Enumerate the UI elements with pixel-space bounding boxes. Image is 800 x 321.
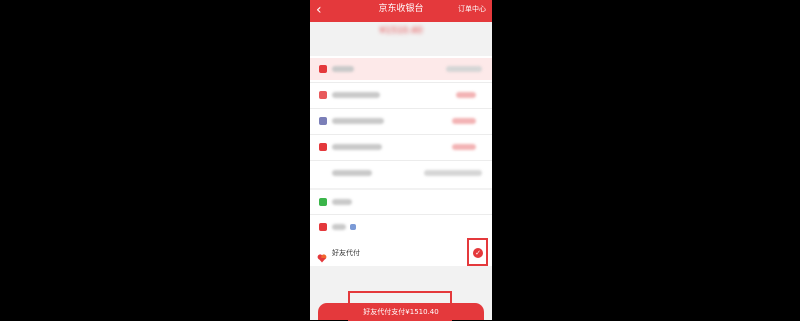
payment-option-row[interactable] — [310, 110, 492, 132]
card-icon — [319, 65, 327, 73]
payment-option-row[interactable] — [310, 58, 492, 80]
blurred-tag — [452, 118, 476, 124]
payment-option-row[interactable] — [310, 216, 492, 238]
wechat-icon — [319, 198, 327, 206]
blurred-label — [332, 170, 372, 176]
friend-pay-option[interactable]: 好友代付 ✓ — [310, 240, 492, 266]
payment-option-row[interactable] — [310, 136, 492, 158]
friend-pay-label: 好友代付 — [332, 249, 360, 257]
blurred-tag — [456, 92, 476, 98]
order-center-link[interactable]: 订单中心 — [458, 4, 486, 14]
blurred-value — [446, 66, 482, 72]
divider — [310, 82, 492, 83]
divider — [310, 108, 492, 109]
checkout-screen: ‹ 京东收银台 订单中心 ¥1510.40 好友代付 ✓ — [310, 0, 492, 320]
divider — [310, 134, 492, 135]
card-icon — [319, 117, 327, 125]
blurred-label — [332, 199, 352, 205]
blurred-value — [424, 170, 482, 176]
divider — [310, 214, 492, 215]
card-icon — [319, 91, 327, 99]
payment-option-row[interactable] — [310, 84, 492, 106]
other-methods-card — [310, 190, 492, 240]
friends-icon — [317, 248, 327, 263]
payment-option-row[interactable] — [310, 191, 492, 213]
header-bar: ‹ 京东收银台 订单中心 — [310, 0, 492, 22]
blurred-tag — [452, 144, 476, 150]
card-icon — [319, 143, 327, 151]
blurred-label — [332, 66, 354, 72]
blurred-label — [332, 144, 382, 150]
payment-methods-card — [310, 56, 492, 188]
highlight-box-checkmark — [467, 238, 488, 266]
highlight-box-pay-button — [348, 291, 452, 321]
blurred-label — [332, 118, 384, 124]
blurred-label — [332, 224, 346, 230]
bank-icon — [319, 223, 327, 231]
blurred-amount: ¥1510.40 — [379, 26, 423, 36]
divider — [310, 160, 492, 161]
blurred-label — [332, 92, 380, 98]
more-options-row[interactable] — [310, 162, 492, 184]
tag-icon — [350, 224, 356, 230]
